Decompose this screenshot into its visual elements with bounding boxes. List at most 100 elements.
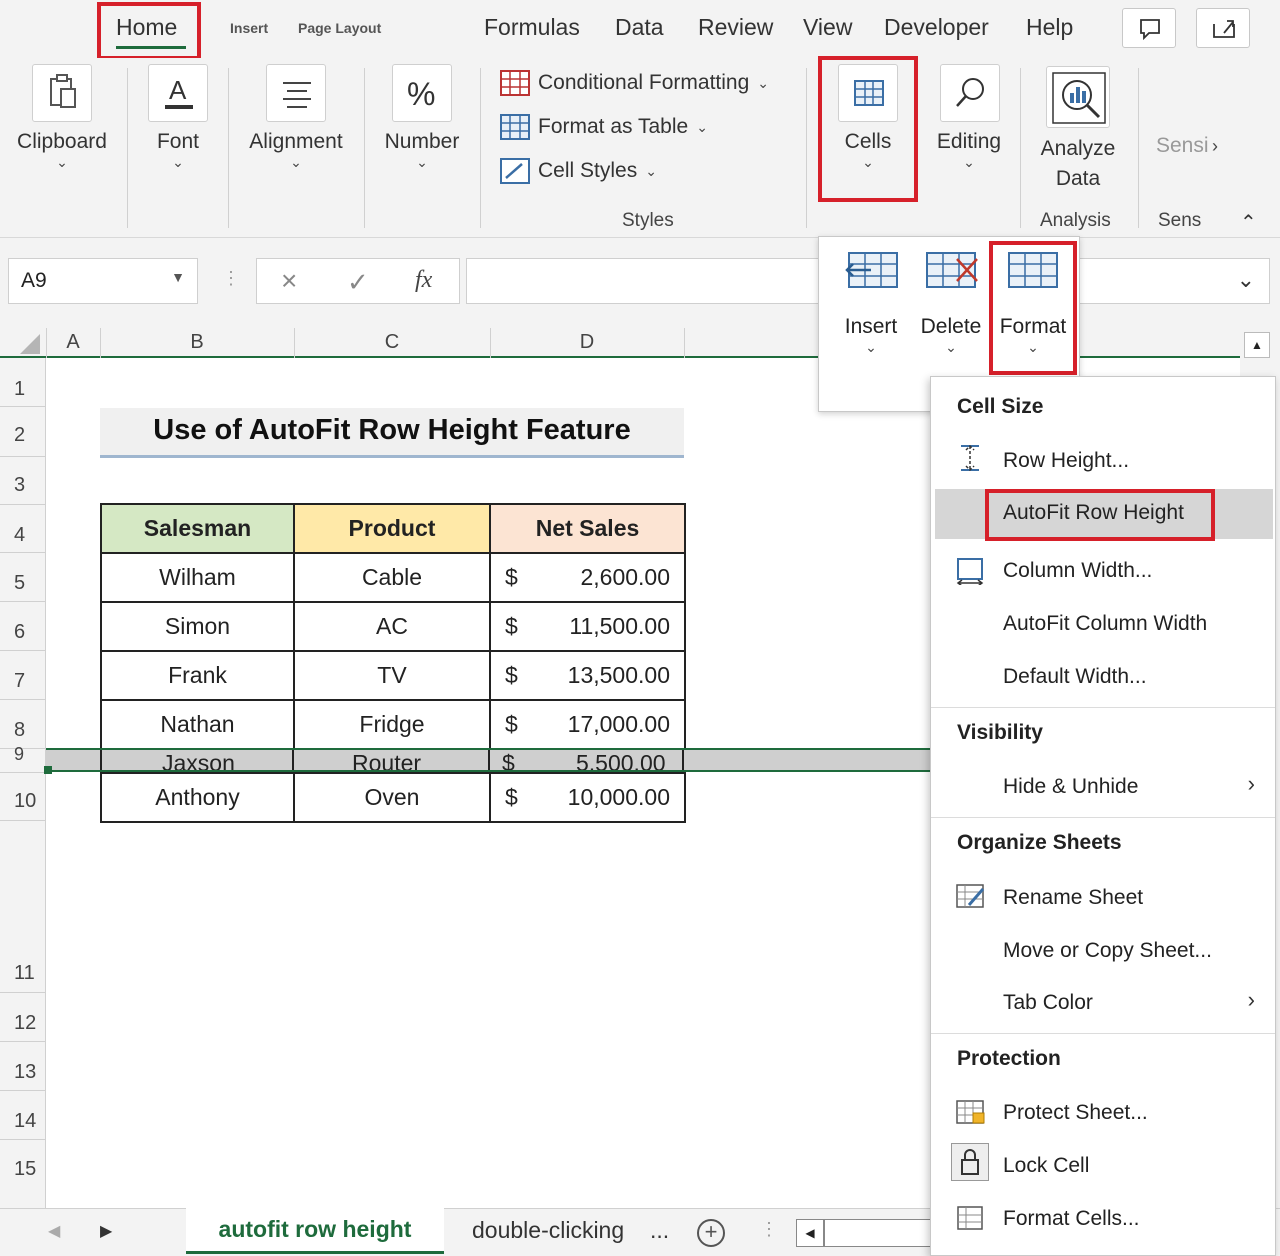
- hscroll-left-icon[interactable]: ◀: [796, 1219, 824, 1247]
- tab-data[interactable]: Data: [615, 14, 664, 41]
- tab-color-item[interactable]: Tab Color: [1003, 991, 1093, 1015]
- protect-sheet-item[interactable]: Protect Sheet...: [1003, 1101, 1148, 1125]
- ribbon-divider: [228, 68, 229, 228]
- row-header[interactable]: 9: [0, 744, 46, 766]
- column-header-b[interactable]: B: [100, 331, 294, 354]
- clipboard-button[interactable]: Clipboard ⌄: [12, 130, 112, 171]
- row-height-item[interactable]: Row Height...: [1003, 449, 1129, 473]
- sheet-title[interactable]: Use of AutoFit Row Height Feature: [100, 408, 684, 458]
- row-header[interactable]: 15: [0, 1158, 46, 1181]
- net-sales-cell[interactable]: $11,500.00: [489, 601, 686, 652]
- column-header-a[interactable]: A: [46, 331, 100, 354]
- insert-function-button[interactable]: fx: [415, 267, 432, 294]
- analysis-group-label: Analysis: [1040, 210, 1111, 231]
- tab-review[interactable]: Review: [698, 14, 773, 41]
- delete-cells-button[interactable]: Delete ⌄: [915, 247, 987, 356]
- fill-handle[interactable]: [44, 766, 52, 774]
- row-header[interactable]: 4: [0, 524, 46, 547]
- cell-size-heading: Cell Size: [957, 395, 1044, 418]
- row-header[interactable]: 11: [0, 962, 46, 985]
- row-header[interactable]: 14: [0, 1110, 46, 1133]
- header-product[interactable]: Product: [293, 503, 491, 554]
- move-or-copy-sheet-item[interactable]: Move or Copy Sheet...: [1003, 939, 1212, 963]
- more-sheets-button[interactable]: ...: [650, 1217, 669, 1244]
- column-header-d[interactable]: D: [490, 331, 684, 354]
- sheet-tab-double-clicking[interactable]: double-clicking: [472, 1217, 624, 1244]
- scroll-tabs-right-icon[interactable]: ▶: [100, 1221, 112, 1241]
- editing-button[interactable]: Editing ⌄: [926, 130, 1012, 171]
- font-button[interactable]: Font ⌄: [138, 130, 218, 171]
- row-header[interactable]: 12: [0, 1012, 46, 1035]
- tab-page-layout[interactable]: Page Layout: [298, 20, 381, 36]
- net-sales-cell[interactable]: $13,500.00: [489, 650, 686, 701]
- scroll-tabs-left-icon[interactable]: ◀: [48, 1221, 60, 1241]
- tab-developer[interactable]: Developer: [884, 14, 989, 41]
- net-sales-cell[interactable]: $2,600.00: [489, 552, 686, 603]
- name-box-dropdown-icon[interactable]: ▼: [171, 269, 185, 285]
- svg-text:%: %: [407, 76, 435, 112]
- collapse-ribbon-icon[interactable]: ⌃: [1240, 210, 1257, 235]
- product-cell[interactable]: Cable: [293, 552, 491, 603]
- insert-label: Insert: [844, 315, 898, 338]
- share-button[interactable]: [1196, 8, 1250, 48]
- row-header[interactable]: 13: [0, 1061, 46, 1084]
- sheet-tab-active[interactable]: autofit row height: [186, 1208, 444, 1254]
- salesman-cell[interactable]: Anthony: [100, 772, 295, 823]
- lock-cell-item[interactable]: Lock Cell: [1003, 1154, 1089, 1178]
- hide-unhide-item[interactable]: Hide & Unhide: [1003, 775, 1138, 799]
- format-as-table-button[interactable]: Format as Table ⌄: [500, 114, 708, 140]
- product-cell[interactable]: AC: [293, 601, 491, 652]
- enter-check-icon[interactable]: ✓: [347, 267, 369, 298]
- row-header[interactable]: 6: [0, 621, 46, 644]
- cell-styles-button[interactable]: Cell Styles ⌄: [500, 158, 657, 184]
- split-handle-icon[interactable]: ⋮: [760, 1219, 778, 1240]
- name-box[interactable]: A9 ▼: [8, 258, 198, 304]
- rename-sheet-item[interactable]: Rename Sheet: [1003, 886, 1143, 910]
- add-sheet-button[interactable]: +: [697, 1219, 725, 1247]
- insert-cells-button[interactable]: Insert ⌄: [835, 247, 907, 356]
- salesman-cell[interactable]: Wilham: [100, 552, 295, 603]
- row-header[interactable]: 10: [0, 790, 46, 813]
- row-header[interactable]: 1: [0, 378, 46, 401]
- tab-help[interactable]: Help: [1026, 14, 1073, 41]
- autofit-column-width-item[interactable]: AutoFit Column Width: [1003, 612, 1207, 636]
- net-sales-cell[interactable]: $10,000.00: [489, 772, 686, 823]
- row-header[interactable]: 2: [0, 424, 46, 447]
- row-header[interactable]: 3: [0, 474, 46, 497]
- table-row: Simon AC $11,500.00: [100, 601, 686, 652]
- analyze-data-button[interactable]: Analyze Data: [1030, 134, 1126, 194]
- column-width-item[interactable]: Column Width...: [1003, 559, 1152, 583]
- cancel-icon[interactable]: ×: [281, 265, 297, 297]
- header-salesman[interactable]: Salesman: [100, 503, 295, 554]
- drag-handle-icon[interactable]: ⋮: [222, 268, 240, 289]
- tab-view[interactable]: View: [803, 14, 852, 41]
- comments-button[interactable]: [1122, 8, 1176, 48]
- default-width-item[interactable]: Default Width...: [1003, 665, 1147, 689]
- selected-row-9[interactable]: Jaxson Router $ 5,500.00: [46, 748, 930, 772]
- conditional-formatting-button[interactable]: Conditional Formatting ⌄: [500, 70, 769, 96]
- sensitivity-button[interactable]: Sensi: [1156, 134, 1209, 158]
- scroll-up-icon[interactable]: ▲: [1244, 332, 1270, 358]
- expand-formula-bar-icon[interactable]: ⌄: [1237, 267, 1255, 293]
- table-row: Nathan Fridge $17,000.00: [100, 699, 686, 750]
- row-header[interactable]: 7: [0, 670, 46, 693]
- product-cell[interactable]: TV: [293, 650, 491, 701]
- select-all-icon[interactable]: [18, 332, 42, 356]
- product-cell[interactable]: Fridge: [293, 699, 491, 750]
- format-cells-item[interactable]: Format Cells...: [1003, 1207, 1140, 1229]
- row-header[interactable]: 8: [0, 719, 46, 742]
- number-button[interactable]: Number ⌄: [374, 130, 470, 171]
- row-header[interactable]: 5: [0, 572, 46, 595]
- tab-insert[interactable]: Insert: [230, 20, 268, 36]
- net-sales-cell[interactable]: $17,000.00: [489, 699, 686, 750]
- horizontal-scrollbar[interactable]: [824, 1219, 934, 1247]
- tab-formulas[interactable]: Formulas: [484, 14, 580, 41]
- format-menu: Cell Size Row Height... AutoFit Row Heig…: [930, 376, 1276, 1256]
- product-cell[interactable]: Oven: [293, 772, 491, 823]
- salesman-cell[interactable]: Nathan: [100, 699, 295, 750]
- header-net-sales[interactable]: Net Sales: [489, 503, 686, 554]
- salesman-cell[interactable]: Frank: [100, 650, 295, 701]
- column-header-c[interactable]: C: [294, 331, 490, 354]
- alignment-button[interactable]: Alignment ⌄: [238, 130, 354, 171]
- salesman-cell[interactable]: Simon: [100, 601, 295, 652]
